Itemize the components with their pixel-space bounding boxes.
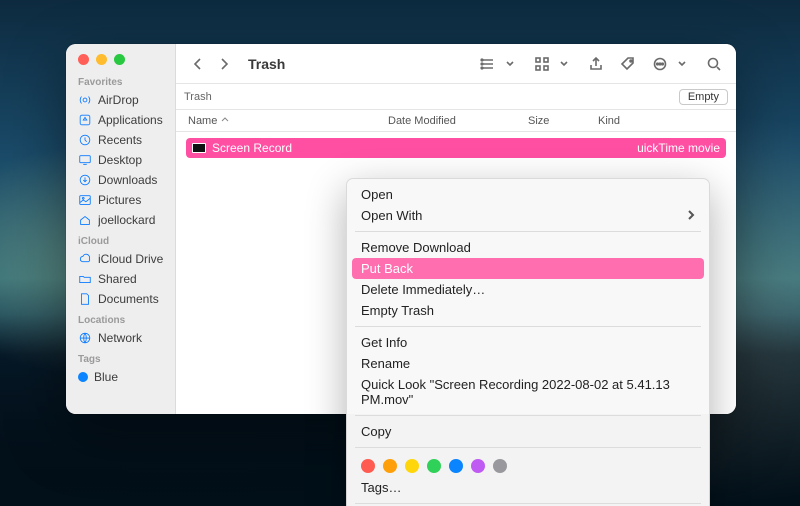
back-button[interactable] xyxy=(186,52,210,76)
sidebar-item-label: Downloads xyxy=(98,173,157,187)
tag-dot-icon xyxy=(78,372,88,382)
sidebar-item-label: iCloud Drive xyxy=(98,252,163,266)
ctx-remove-download[interactable]: Remove Download xyxy=(347,237,709,258)
sidebar-group-tags: Tags xyxy=(66,348,175,367)
network-icon xyxy=(78,331,92,345)
sidebar-item-label: Pictures xyxy=(98,193,141,207)
sidebar: Favorites AirDrop Applications Recents D… xyxy=(66,44,176,414)
chevron-down-icon[interactable] xyxy=(670,52,694,76)
tag-color-swatch[interactable] xyxy=(405,459,419,473)
ctx-separator xyxy=(355,415,701,416)
sidebar-item-label: Recents xyxy=(98,133,142,147)
tag-color-swatch[interactable] xyxy=(449,459,463,473)
tag-color-swatch[interactable] xyxy=(383,459,397,473)
file-row-selected[interactable]: Screen Record uickTime movie xyxy=(186,138,726,158)
search-button[interactable] xyxy=(702,52,726,76)
sidebar-item-pictures[interactable]: Pictures xyxy=(66,190,175,210)
window-controls xyxy=(66,44,175,71)
ctx-quick-look[interactable]: Quick Look "Screen Recording 2022-08-02 … xyxy=(347,374,709,410)
path-bar: Trash Empty xyxy=(176,84,736,110)
file-kind: uickTime movie xyxy=(637,141,720,155)
airdrop-icon xyxy=(78,93,92,107)
ctx-open-with[interactable]: Open With xyxy=(347,205,709,226)
sidebar-item-applications[interactable]: Applications xyxy=(66,110,175,130)
column-name-header[interactable]: Name xyxy=(188,115,388,127)
sidebar-item-network[interactable]: Network xyxy=(66,328,175,348)
sidebar-item-label: Documents xyxy=(98,292,159,306)
sidebar-group-favorites: Favorites xyxy=(66,71,175,90)
sidebar-item-icloud-drive[interactable]: iCloud Drive xyxy=(66,249,175,269)
sidebar-item-label: Desktop xyxy=(98,153,142,167)
ctx-copy[interactable]: Copy xyxy=(347,421,709,442)
ctx-delete-immediately[interactable]: Delete Immediately… xyxy=(347,279,709,300)
documents-icon xyxy=(78,292,92,306)
tag-color-swatch[interactable] xyxy=(471,459,485,473)
view-mode-button[interactable] xyxy=(476,52,500,76)
pictures-icon xyxy=(78,193,92,207)
column-size-header[interactable]: Size xyxy=(528,115,598,127)
sidebar-item-documents[interactable]: Documents xyxy=(66,289,175,309)
recents-icon xyxy=(78,133,92,147)
ctx-separator xyxy=(355,231,701,232)
ctx-separator xyxy=(355,503,701,504)
close-window-button[interactable] xyxy=(78,54,89,65)
empty-trash-button[interactable]: Empty xyxy=(679,89,728,105)
column-kind-header[interactable]: Kind xyxy=(598,115,724,127)
sidebar-item-tag-blue[interactable]: Blue xyxy=(66,367,175,387)
context-menu: Open Open With Remove Download Put Back … xyxy=(346,178,710,506)
sidebar-item-airdrop[interactable]: AirDrop xyxy=(66,90,175,110)
sidebar-item-label: AirDrop xyxy=(98,93,139,107)
actions-button[interactable] xyxy=(648,52,672,76)
ctx-put-back[interactable]: Put Back xyxy=(352,258,704,279)
sidebar-item-label: Network xyxy=(98,331,142,345)
ctx-empty-trash[interactable]: Empty Trash xyxy=(347,300,709,321)
sidebar-item-label: joellockard xyxy=(98,213,155,227)
submenu-chevron-icon xyxy=(687,208,695,223)
ctx-tag-colors xyxy=(347,453,709,477)
group-by-button[interactable] xyxy=(530,52,554,76)
window-title: Trash xyxy=(248,56,285,72)
sidebar-item-shared[interactable]: Shared xyxy=(66,269,175,289)
tag-color-swatch[interactable] xyxy=(361,459,375,473)
forward-button[interactable] xyxy=(212,52,236,76)
fullscreen-window-button[interactable] xyxy=(114,54,125,65)
minimize-window-button[interactable] xyxy=(96,54,107,65)
sidebar-group-icloud: iCloud xyxy=(66,230,175,249)
sidebar-item-recents[interactable]: Recents xyxy=(66,130,175,150)
chevron-down-icon[interactable] xyxy=(498,52,522,76)
sidebar-item-label: Shared xyxy=(98,272,137,286)
sidebar-item-downloads[interactable]: Downloads xyxy=(66,170,175,190)
sidebar-item-label: Applications xyxy=(98,113,163,127)
column-date-header[interactable]: Date Modified xyxy=(388,115,528,127)
sidebar-item-label: Blue xyxy=(94,370,118,384)
downloads-icon xyxy=(78,173,92,187)
tag-color-swatch[interactable] xyxy=(493,459,507,473)
ctx-separator xyxy=(355,447,701,448)
ctx-separator xyxy=(355,326,701,327)
tags-button[interactable] xyxy=(616,52,640,76)
sidebar-item-home[interactable]: joellockard xyxy=(66,210,175,230)
sidebar-group-locations: Locations xyxy=(66,309,175,328)
column-headers: Name Date Modified Size Kind xyxy=(176,110,736,132)
cloud-icon xyxy=(78,252,92,266)
ctx-open[interactable]: Open xyxy=(347,184,709,205)
share-button[interactable] xyxy=(584,52,608,76)
ctx-get-info[interactable]: Get Info xyxy=(347,332,709,353)
tag-color-swatch[interactable] xyxy=(427,459,441,473)
shared-folder-icon xyxy=(78,272,92,286)
sort-ascending-icon xyxy=(221,115,229,127)
chevron-down-icon[interactable] xyxy=(552,52,576,76)
ctx-tags[interactable]: Tags… xyxy=(347,477,709,498)
file-name: Screen Record xyxy=(212,141,292,155)
home-icon xyxy=(78,213,92,227)
sidebar-item-desktop[interactable]: Desktop xyxy=(66,150,175,170)
movie-file-icon xyxy=(192,143,206,153)
toolbar: Trash xyxy=(176,44,736,84)
applications-icon xyxy=(78,113,92,127)
path-location: Trash xyxy=(184,91,212,103)
desktop-icon xyxy=(78,153,92,167)
ctx-rename[interactable]: Rename xyxy=(347,353,709,374)
